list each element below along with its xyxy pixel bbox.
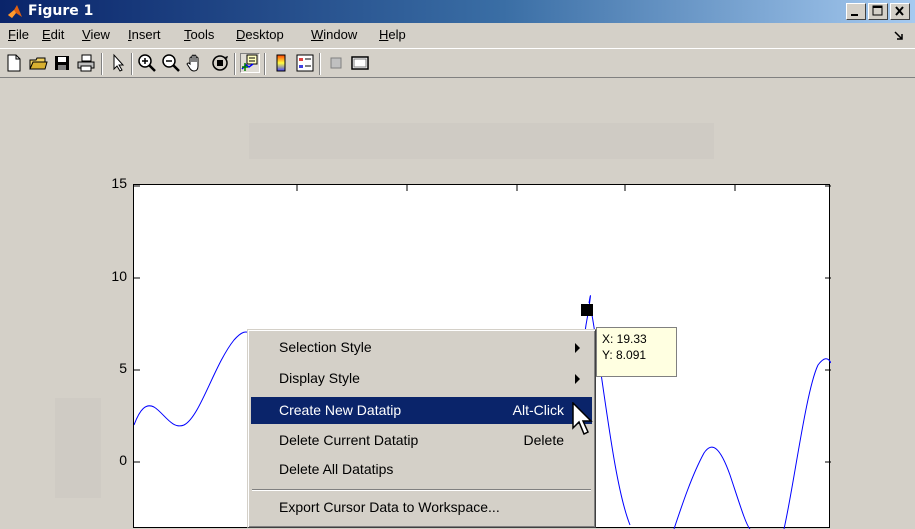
save-button[interactable]: [52, 53, 72, 73]
new-figure-icon: [7, 54, 21, 72]
print-icon: [77, 54, 95, 72]
rotate-3d-button[interactable]: [210, 53, 230, 73]
pan-hand-icon: [186, 54, 199, 72]
datatip-x: X: 19.33: [602, 332, 647, 346]
save-icon: [55, 56, 69, 70]
open-file-button[interactable]: [28, 53, 48, 73]
zoom-in-icon: [138, 54, 156, 72]
colorbar-icon: [276, 54, 286, 72]
new-figure-button[interactable]: [4, 53, 24, 73]
mouse-pointer-icon: [572, 402, 593, 436]
window-title: Figure 1: [28, 3, 94, 19]
colorbar-button[interactable]: [271, 53, 291, 73]
menu-bar: File Edit View Insert Tools Desktop Wind…: [0, 23, 915, 47]
close-button[interactable]: [890, 3, 910, 20]
menu-insert[interactable]: Insert: [128, 27, 161, 42]
hide-plot-tools-icon: [330, 57, 342, 69]
submenu-arrow-icon: [575, 343, 580, 353]
datatip-y: Y: 8.091: [602, 348, 647, 362]
submenu-arrow-icon: [575, 374, 580, 384]
toolbar-separator: [319, 53, 321, 75]
minimize-button[interactable]: [846, 3, 866, 20]
data-cursor-icon: [241, 54, 258, 71]
datatip-marker[interactable]: [581, 304, 593, 316]
figure-toolbar: [0, 48, 915, 78]
zoom-in-button[interactable]: [137, 53, 157, 73]
menu-item-selection-style[interactable]: Selection Style: [251, 334, 592, 361]
toolbar-separator: [264, 53, 266, 75]
zoom-out-button[interactable]: [161, 53, 181, 73]
show-plot-tools-button[interactable]: [350, 53, 370, 73]
zoom-out-icon: [162, 54, 180, 72]
axes-title-placeholder: [249, 123, 714, 159]
print-button[interactable]: [76, 53, 96, 73]
maximize-button[interactable]: [868, 3, 888, 20]
ytick-label: 10: [111, 268, 127, 284]
edit-plot-arrow-icon: [113, 53, 125, 72]
show-plot-tools-icon: [351, 56, 369, 70]
menu-view[interactable]: View: [82, 27, 110, 42]
menu-separator: [252, 489, 591, 491]
datatip-box[interactable]: X: 19.33 Y: 8.091: [596, 327, 677, 377]
close-icon: [895, 6, 904, 16]
ylabel-placeholder: [55, 398, 101, 498]
legend-button[interactable]: [295, 53, 315, 73]
legend-icon: [296, 54, 314, 72]
menu-item-display-style[interactable]: Display Style: [251, 365, 592, 392]
ytick-label: 5: [119, 360, 127, 376]
menu-item-delete-all-datatips[interactable]: Delete All Datatips: [251, 456, 592, 483]
maximize-icon: [872, 5, 883, 16]
menu-file[interactable]: File: [8, 27, 29, 42]
rotate-3d-icon: [212, 55, 228, 71]
title-bar[interactable]: Figure 1: [0, 0, 915, 23]
hide-plot-tools-button[interactable]: [326, 53, 346, 73]
pan-button[interactable]: [185, 53, 205, 73]
toolbar-separator: [101, 53, 103, 75]
menu-help[interactable]: Help: [379, 27, 406, 42]
ytick-label: 0: [119, 452, 127, 468]
menu-window[interactable]: Window: [311, 27, 357, 42]
menu-item-create-new-datatip[interactable]: Create New Datatip Alt-Click: [251, 397, 592, 424]
context-menu: Selection Style Display Style Create New…: [247, 329, 596, 528]
ytick-label: 15: [111, 175, 127, 191]
menu-edit[interactable]: Edit: [42, 27, 64, 42]
matlab-logo-icon: [8, 5, 22, 18]
minimize-icon: [851, 14, 858, 16]
figure-window: Figure 1 File Edit View Insert Tools Des…: [0, 0, 915, 529]
toolbar-separator: [234, 53, 236, 75]
data-cursor-button[interactable]: [240, 53, 260, 73]
toolbar-separator: [131, 53, 133, 75]
open-file-icon: [29, 57, 48, 70]
menu-desktop[interactable]: Desktop: [236, 27, 284, 42]
x-ticks: [296, 185, 736, 191]
dock-arrow-icon[interactable]: [894, 31, 904, 41]
menu-item-delete-current-datatip[interactable]: Delete Current Datatip Delete: [251, 427, 592, 454]
menu-item-export-cursor-data[interactable]: Export Cursor Data to Workspace...: [251, 494, 592, 521]
menu-tools[interactable]: Tools: [184, 27, 214, 42]
edit-plot-button[interactable]: [108, 53, 128, 73]
